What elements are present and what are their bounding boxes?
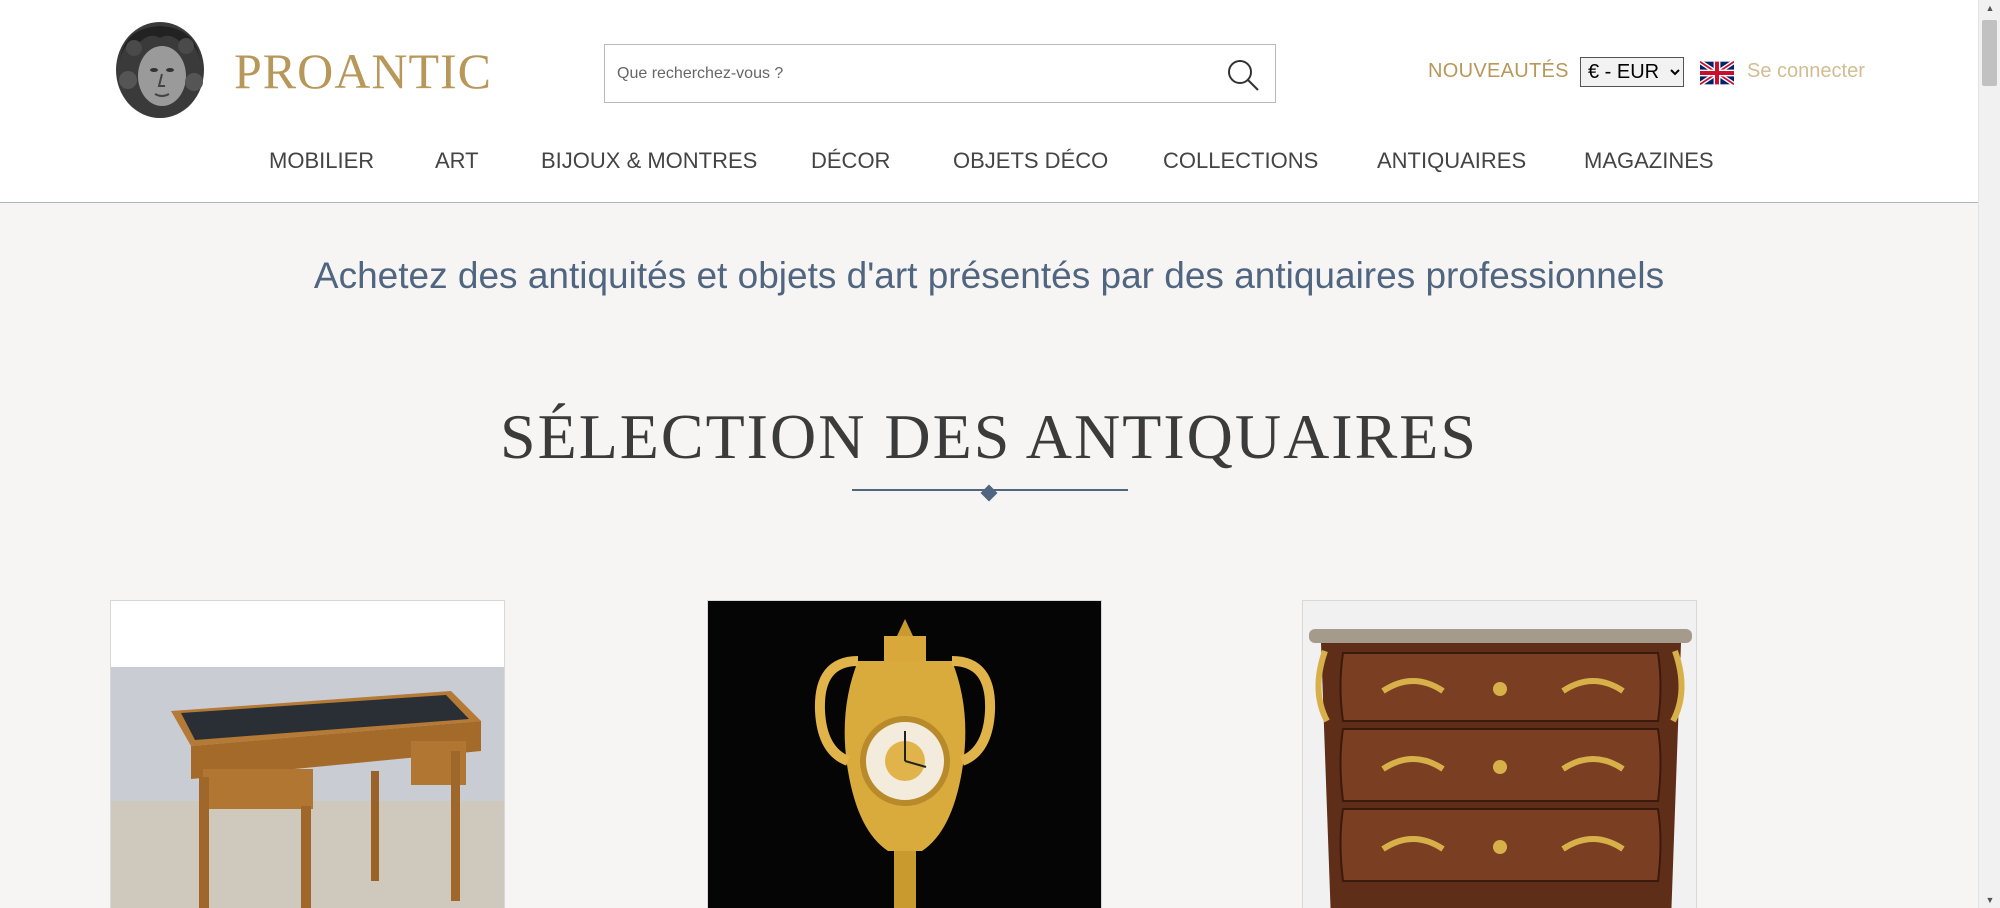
nav-item-magazines[interactable]: MAGAZINES xyxy=(1584,148,1714,174)
bust-logo-icon xyxy=(110,20,210,122)
desk-image xyxy=(111,601,504,908)
nouveautes-link[interactable]: NOUVEAUTÉS xyxy=(1428,60,1569,83)
nav-item-mobilier[interactable]: MOBILIER xyxy=(269,148,374,174)
site-header: PROANTIC NOUVEAUTÉS € - EUR Se connecter… xyxy=(0,0,1978,203)
currency-select[interactable]: € - EUR xyxy=(1580,57,1684,87)
nav-item-decor[interactable]: DÉCOR xyxy=(811,148,890,174)
site-logo[interactable]: PROANTIC xyxy=(110,20,492,122)
nav-item-bijoux-montres[interactable]: BIJOUX & MONTRES xyxy=(541,148,757,174)
product-card-commode[interactable] xyxy=(1302,600,1697,908)
search-icon[interactable] xyxy=(1225,57,1261,93)
product-card-clock[interactable] xyxy=(707,600,1102,908)
section-title: SÉLECTION DES ANTIQUAIRES xyxy=(500,401,1478,472)
page-tagline: Achetez des antiquités et objets d'art p… xyxy=(313,255,1665,296)
nav-item-art[interactable]: ART xyxy=(435,148,479,174)
product-card-desk[interactable] xyxy=(110,600,505,908)
divider-diamond-icon xyxy=(980,484,998,502)
scroll-up-icon[interactable]: ▲ xyxy=(1979,0,2000,16)
commode-image xyxy=(1303,601,1696,908)
main-nav: MOBILIER ART BIJOUX & MONTRES DÉCOR OBJE… xyxy=(0,148,1978,178)
search-bar xyxy=(604,44,1276,103)
clock-image xyxy=(708,601,1101,908)
uk-flag-icon[interactable] xyxy=(1698,59,1736,87)
vertical-scrollbar[interactable]: ▲ ▼ xyxy=(1978,0,2000,908)
logo-text: PROANTIC xyxy=(234,43,493,99)
scroll-down-icon[interactable]: ▼ xyxy=(1979,892,2000,908)
nav-item-collections[interactable]: COLLECTIONS xyxy=(1163,148,1318,174)
nav-item-objets-deco[interactable]: OBJETS DÉCO xyxy=(953,148,1108,174)
search-input[interactable] xyxy=(605,45,1205,102)
login-link[interactable]: Se connecter xyxy=(1747,60,1865,83)
scrollbar-thumb[interactable] xyxy=(1982,20,1997,86)
nav-item-antiquaires[interactable]: ANTIQUAIRES xyxy=(1377,148,1526,174)
